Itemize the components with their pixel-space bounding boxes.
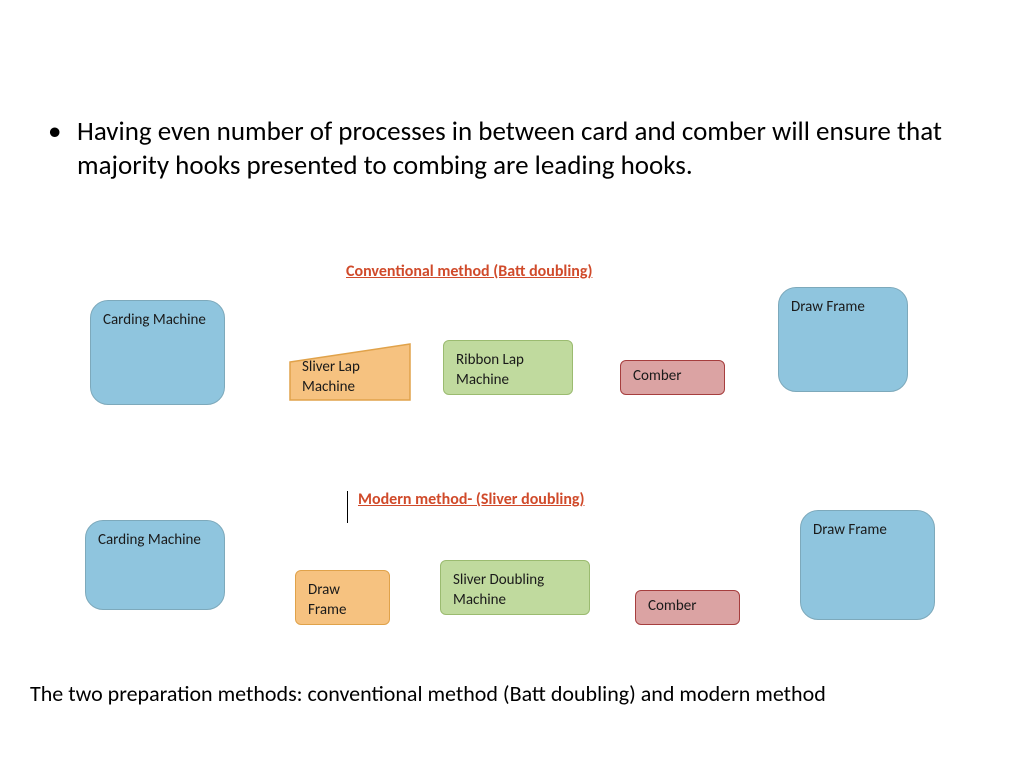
box-draw-frame-3: Draw Frame (800, 510, 935, 620)
box-draw-frame-1: Draw Frame (778, 287, 908, 392)
box-carding-machine-1: Carding Machine (90, 300, 225, 405)
bullet-text: Having even number of processes in betwe… (77, 115, 947, 183)
box-draw-frame-2: Draw Frame (295, 570, 390, 625)
box-ribbon-lap-machine: Ribbon Lap Machine (443, 340, 573, 395)
heading-modern: Modern method- (Sliver doubling) (358, 490, 584, 509)
bullet-dot: • (48, 115, 61, 148)
box-comber-2: Comber (635, 590, 740, 625)
box-comber-1: Comber (620, 360, 725, 395)
heading-connector-line (347, 491, 348, 523)
footer-caption: The two preparation methods: conventiona… (30, 680, 990, 707)
box-sliver-doubling-machine: Sliver Doubling Machine (440, 560, 590, 615)
box-sliver-lap-machine: Sliver Lap Machine (290, 350, 410, 405)
slide-root: • Having even number of processes in bet… (0, 0, 1024, 768)
heading-conventional: Conventional method (Batt doubling) (346, 262, 592, 281)
box-carding-machine-2: Carding Machine (85, 520, 225, 610)
